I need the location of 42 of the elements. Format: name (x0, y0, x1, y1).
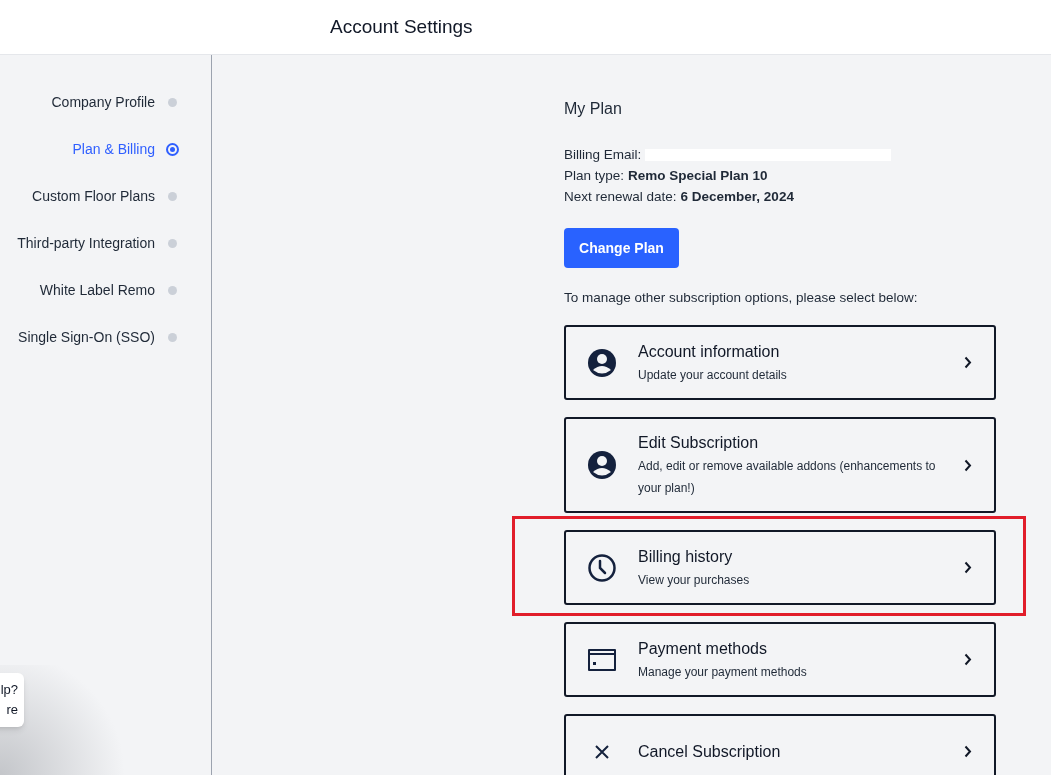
chevron-right-icon (964, 745, 972, 759)
option-description: View your purchases (638, 571, 751, 589)
detail-value: 6 December, 2024 (680, 188, 794, 206)
option-title: Payment methods (638, 638, 768, 659)
user-icon (587, 450, 617, 481)
help-popup[interactable]: lp? re (0, 673, 24, 727)
section-heading: My Plan (564, 99, 623, 119)
help-text: re (6, 701, 18, 719)
sidebar-item[interactable]: Single Sign-On (SSO) (18, 326, 179, 348)
chevron-right-icon (964, 653, 972, 667)
credit-card-icon (587, 647, 617, 672)
detail-value: Remo Special Plan 10 (628, 167, 768, 185)
sidebar-item[interactable]: Plan & Billing (72, 138, 179, 160)
detail-label: Plan type: (564, 167, 625, 185)
chevron-right-icon (964, 356, 972, 370)
option-title: Edit Subscription (638, 433, 760, 454)
help-text: lp? (0, 681, 18, 699)
sidebar-item[interactable]: Custom Floor Plans (32, 185, 179, 207)
instruction-text: To manage other subscription options, please select below: (564, 289, 919, 307)
clock-icon (587, 552, 617, 583)
user-icon (587, 347, 617, 378)
option-description: Manage your payment methods (638, 663, 808, 681)
option-card[interactable]: Billing history View your purchases (564, 530, 996, 606)
sidebar-item[interactable]: Third-party Integration (17, 232, 179, 254)
option-card[interactable]: Cancel Subscription (564, 714, 996, 775)
option-title: Cancel Subscription (638, 741, 782, 762)
detail-label: Next renewal date: (564, 188, 677, 206)
chevron-right-icon (964, 561, 972, 575)
option-title: Account information (638, 341, 781, 362)
option-title: Billing history (638, 546, 734, 567)
option-description: Add, edit or remove available addons (enhancements to your plan!) (638, 458, 937, 498)
option-card[interactable]: Edit Subscription Add, edit or remove available addons (enhancements to your plan!) (564, 417, 996, 514)
option-description: Update your account details (638, 366, 788, 384)
close-icon (593, 742, 611, 761)
sidebar-item[interactable]: Company Profile (51, 91, 179, 113)
detail-label: Billing Email: (564, 146, 642, 164)
change-plan-button[interactable]: Change Plan (564, 228, 679, 268)
option-card[interactable]: Payment methods Manage your payment methods (564, 622, 996, 698)
sidebar-item[interactable]: White Label Remo (39, 279, 179, 301)
option-card[interactable]: Account information Update your account details (564, 325, 996, 401)
chevron-right-icon (964, 458, 972, 472)
page-title: Account Settings (330, 14, 473, 39)
